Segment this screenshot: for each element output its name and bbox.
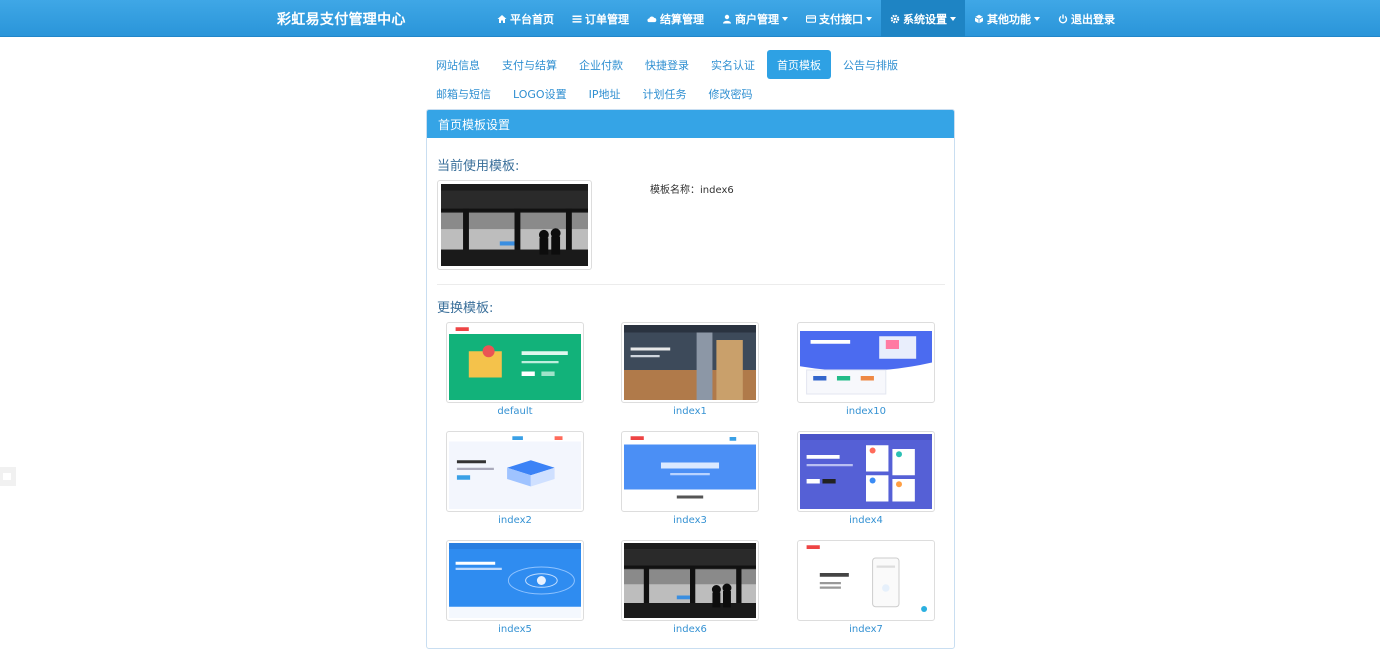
template-thumbnail[interactable] [797,431,935,512]
template-preview-image [449,434,581,509]
power-icon [1058,14,1068,24]
template-item-index1[interactable]: index1 [620,322,760,417]
nav-item-0[interactable]: 平台首页 [488,0,563,37]
caret-down-icon [950,16,956,21]
tab-tabs_row2-0[interactable]: 邮箱与短信 [426,79,501,108]
template-thumbnail[interactable] [621,431,759,512]
template-name-link[interactable]: default [445,406,585,417]
template-thumbnail[interactable] [621,540,759,621]
template-name-link[interactable]: index7 [796,624,936,635]
tab-tabs_row2-4[interactable]: 修改密码 [698,79,762,108]
credit-card-icon [806,14,816,24]
template-settings-panel: 首页模板设置 当前使用模板: 模板名称：index6 更换模板: default… [426,109,955,649]
template-name-link[interactable]: index5 [445,624,585,635]
nav-item-2[interactable]: 结算管理 [638,0,713,37]
nav-item-6[interactable]: 其他功能 [965,0,1049,37]
template-preview-image [800,325,932,400]
template-item-index6[interactable]: index6 [620,540,760,635]
template-thumbnail[interactable] [797,540,935,621]
nav-item-label: 订单管理 [585,12,629,26]
template-item-index4[interactable]: index4 [796,431,936,526]
tab-tabs_row1-2[interactable]: 企业付款 [569,50,633,79]
tab-row-1: 网站信息 支付与结算 企业付款 快捷登录 实名认证 首页模板 公告与排版 [426,50,956,79]
template-item-index3[interactable]: index3 [620,431,760,526]
nav-item-7[interactable]: 退出登录 [1049,0,1124,37]
template-preview-image [449,325,581,400]
template-name-link[interactable]: index6 [620,624,760,635]
template-thumbnail[interactable] [797,322,935,403]
template-name-link[interactable]: index2 [445,515,585,526]
tab-tabs_row1-4[interactable]: 实名认证 [701,50,765,79]
current-template-title: 当前使用模板: [437,159,520,174]
template-name-link[interactable]: index1 [620,406,760,417]
template-preview-image [449,543,581,618]
nav-item-5[interactable]: 系统设置 [881,0,965,37]
tab-tabs_row1-3[interactable]: 快捷登录 [635,50,699,79]
brand-title[interactable]: 彩虹易支付管理中心 [277,9,406,29]
nav-item-label: 退出登录 [1071,12,1115,26]
template-thumbnail[interactable] [621,322,759,403]
template-item-index7[interactable]: index7 [796,540,936,635]
change-template-title: 更换模板: [437,301,494,316]
tab-tabs_row1-6[interactable]: 公告与排版 [833,50,908,79]
template-name-link[interactable]: index3 [620,515,760,526]
side-toggle-handle[interactable] [0,467,16,486]
nav-item-label: 商户管理 [735,12,779,26]
template-thumbnail[interactable] [446,322,584,403]
template-preview-image [624,434,756,509]
template-name-link[interactable]: index10 [796,406,936,417]
template-item-index10[interactable]: index10 [796,322,936,417]
user-icon [722,14,732,24]
template-preview-image [800,434,932,509]
cloud-icon [647,14,657,24]
nav-item-label: 支付接口 [819,12,863,26]
caret-down-icon [1034,16,1040,21]
current-template-thumbnail [437,180,592,270]
nav-item-4[interactable]: 支付接口 [797,0,881,37]
main-nav: 平台首页 订单管理 结算管理 商户管理 支付接口 系统设置 其他功能 退出登录 [488,0,1124,37]
nav-item-label: 结算管理 [660,12,704,26]
template-item-index5[interactable]: index5 [445,540,585,635]
caret-down-icon [782,16,788,21]
template-thumbnail[interactable] [446,431,584,512]
template-item-default[interactable]: default [445,322,585,417]
tab-tabs_row1-0[interactable]: 网站信息 [426,50,490,79]
current-template-preview [441,184,588,266]
tab-tabs_row2-1[interactable]: LOGO设置 [503,79,577,108]
tab-tabs_row1-1[interactable]: 支付与结算 [492,50,567,79]
cube-icon [974,14,984,24]
template-preview-image [624,325,756,400]
tab-tabs_row2-2[interactable]: IP地址 [579,79,631,108]
nav-item-label: 系统设置 [903,12,947,26]
home-icon [497,14,507,24]
nav-item-3[interactable]: 商户管理 [713,0,797,37]
top-navbar: 彩虹易支付管理中心 平台首页 订单管理 结算管理 商户管理 支付接口 系统设置 其他功能 退出… [0,0,1380,37]
nav-item-1[interactable]: 订单管理 [563,0,638,37]
nav-item-label: 平台首页 [510,12,554,26]
caret-down-icon [866,16,872,21]
divider [437,284,945,285]
template-preview-image [624,543,756,618]
tab-row-2: 邮箱与短信 LOGO设置 IP地址 计划任务 修改密码 [426,79,956,108]
tab-tabs_row1-5[interactable]: 首页模板 [767,50,831,79]
template-thumbnail[interactable] [446,540,584,621]
template-preview-image [800,543,932,618]
list-icon [572,14,582,24]
template-item-index2[interactable]: index2 [445,431,585,526]
nav-item-label: 其他功能 [987,12,1031,26]
tab-tabs_row2-3[interactable]: 计划任务 [632,79,696,108]
template-name-link[interactable]: index4 [796,515,936,526]
gear-icon [890,14,900,24]
current-template-name: 模板名称：index6 [650,185,734,196]
panel-heading: 首页模板设置 [427,110,954,138]
settings-tabs: 网站信息 支付与结算 企业付款 快捷登录 实名认证 首页模板 公告与排版 邮箱与短信 LOGO… [426,50,956,108]
